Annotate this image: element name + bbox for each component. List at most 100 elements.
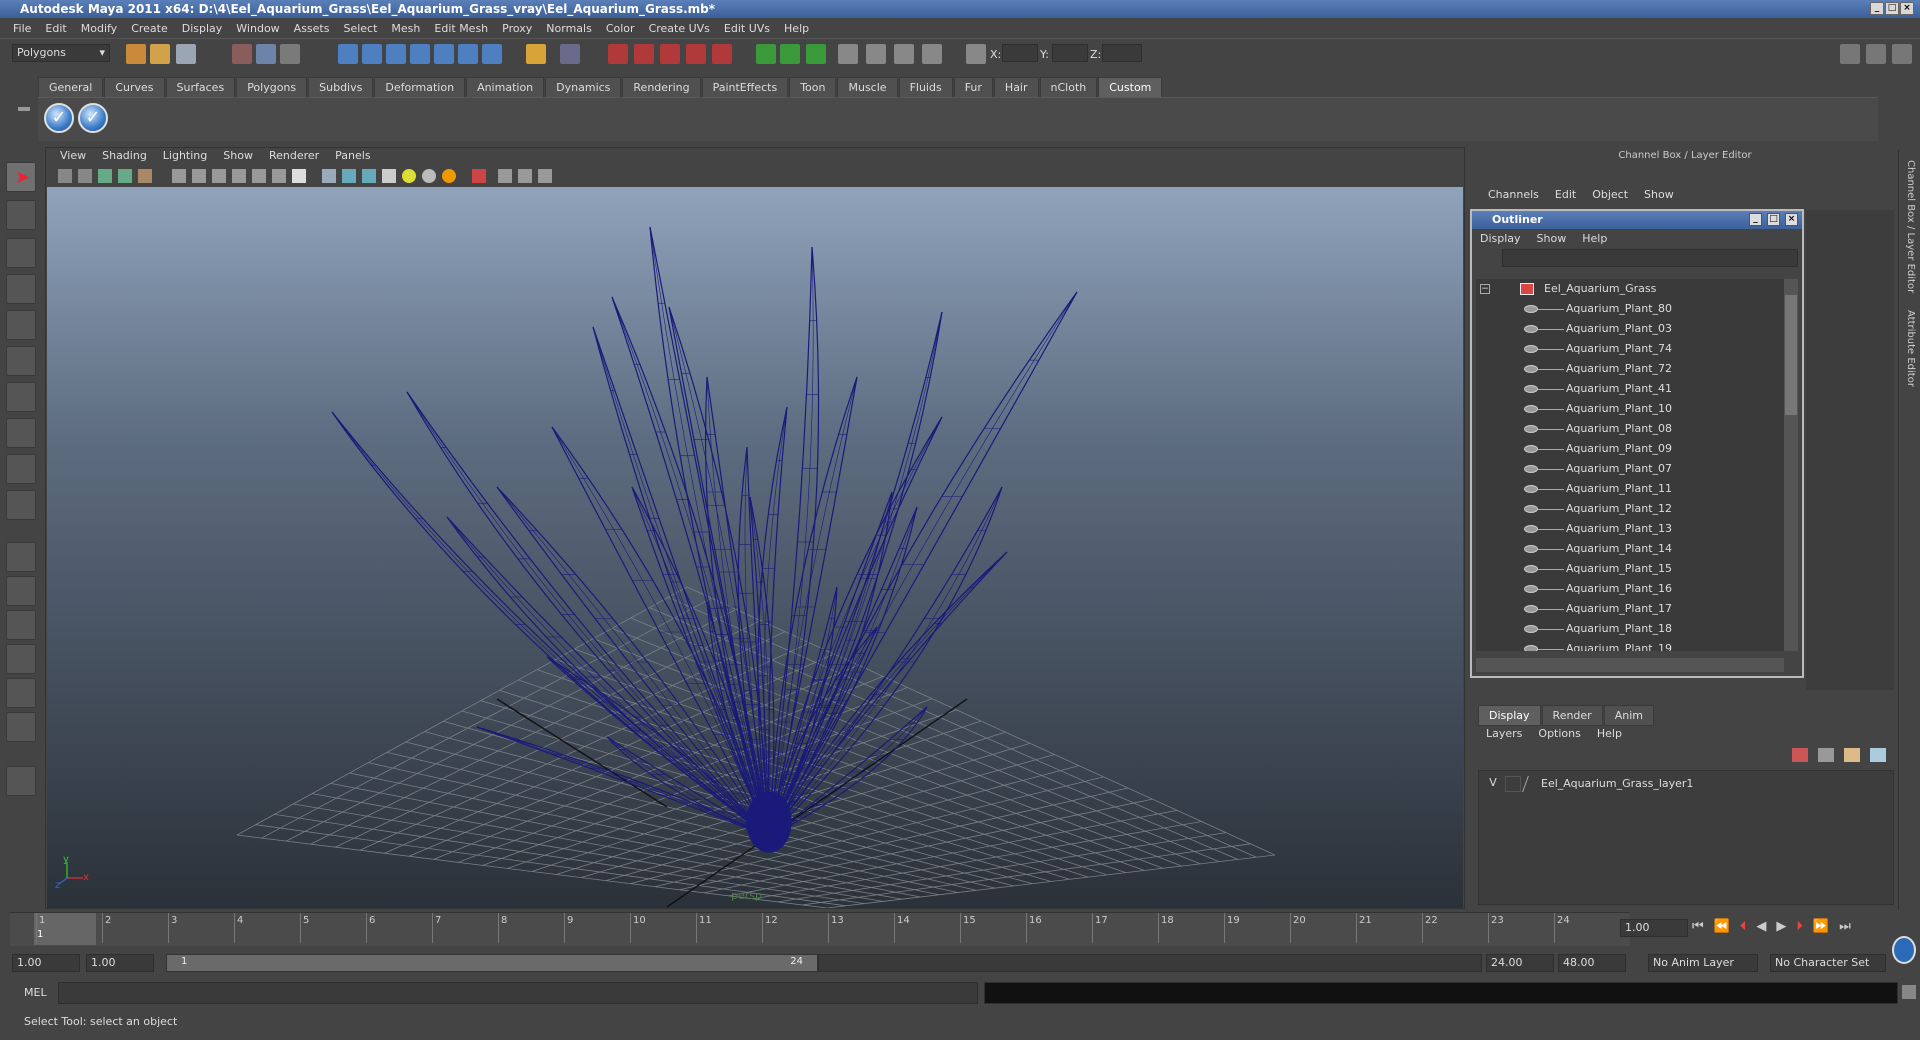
hypershade-persp-layout-icon[interactable]: [6, 678, 36, 708]
new-layer-selected-icon[interactable]: [1870, 748, 1886, 762]
y-field[interactable]: [1052, 44, 1088, 62]
menu-create[interactable]: Create: [124, 22, 175, 35]
outliner-minimize-button[interactable]: _: [1749, 213, 1762, 226]
viewport-menu-renderer[interactable]: Renderer: [261, 149, 327, 165]
quick-select-icon[interactable]: [806, 44, 826, 64]
camera-select-icon[interactable]: [58, 169, 72, 183]
select-component-icon[interactable]: [280, 44, 300, 64]
four-view-layout-icon[interactable]: [6, 576, 36, 606]
scroll-thumb[interactable]: [1785, 295, 1797, 415]
outliner-horizontal-scrollbar[interactable]: [1476, 658, 1784, 672]
use-all-lights-icon[interactable]: [402, 169, 416, 183]
time-slider[interactable]: 1 1 2 3 4 5 6 7 8 9 10 11 12 13 14 15 16 17 18 19 20 21 22 23 2…: [10, 912, 1630, 946]
show-manipulator-icon[interactable]: [6, 454, 36, 484]
viewport-menu-panels[interactable]: Panels: [327, 149, 378, 165]
channel-box-menu-show[interactable]: Show: [1636, 188, 1682, 201]
render-view-icon[interactable]: [712, 44, 732, 64]
persp-outliner-layout-icon[interactable]: [6, 610, 36, 640]
soft-modification-icon[interactable]: [6, 418, 36, 448]
shelf-tab-fluids[interactable]: Fluids: [898, 77, 953, 97]
construction-history-icon[interactable]: [482, 44, 502, 64]
layer-menu-options[interactable]: Options: [1530, 727, 1588, 740]
perspective-viewport[interactable]: x y z persp: [47, 187, 1463, 908]
input-output-icon[interactable]: [560, 44, 580, 64]
outliner-item[interactable]: Aquarium_Plant_16: [1476, 579, 1784, 599]
step-forward-frame-icon[interactable]: ⏩: [1813, 919, 1829, 939]
shelf-tab-deformation[interactable]: Deformation: [374, 77, 466, 97]
step-back-key-icon[interactable]: ⏴: [1740, 919, 1747, 939]
render-settings-icon[interactable]: [660, 44, 680, 64]
select-tool-icon[interactable]: ➤: [6, 162, 36, 192]
side-tab-attribute-editor[interactable]: Attribute Editor: [1902, 310, 1916, 387]
move-icon[interactable]: [966, 44, 986, 64]
select-by-type-icon[interactable]: [756, 44, 776, 64]
hypershade-icon[interactable]: [686, 44, 706, 64]
move-layer-down-icon[interactable]: [1818, 748, 1834, 762]
outliner-menu-display[interactable]: Display: [1472, 232, 1529, 245]
channel-box-menu-edit[interactable]: Edit: [1547, 188, 1584, 201]
select-object-icon[interactable]: [256, 44, 276, 64]
snap-point-icon[interactable]: [386, 44, 406, 64]
lock-icon[interactable]: [526, 44, 546, 64]
eel-aquarium-grass-wireframe[interactable]: [331, 226, 1078, 853]
xray-icon[interactable]: [498, 169, 512, 183]
film-gate-icon[interactable]: [192, 169, 206, 183]
character-set-dropdown[interactable]: No Character Set: [1770, 954, 1886, 972]
shelf-tab-fur[interactable]: Fur: [953, 77, 993, 97]
move-tool-icon[interactable]: [6, 274, 36, 304]
paint-select-tool-icon[interactable]: [6, 238, 36, 268]
layer-menu-layers[interactable]: Layers: [1478, 727, 1530, 740]
bookmarks-icon[interactable]: [98, 169, 112, 183]
outliner-item[interactable]: Aquarium_Plant_74: [1476, 339, 1784, 359]
viewport-menu-show[interactable]: Show: [215, 149, 261, 165]
outliner-item[interactable]: Aquarium_Plant_18: [1476, 619, 1784, 639]
rotate-tool-icon[interactable]: [6, 310, 36, 340]
outliner-close-button[interactable]: ×: [1785, 213, 1798, 226]
menu-color[interactable]: Color: [599, 22, 642, 35]
layer-visibility-toggle[interactable]: V: [1485, 776, 1501, 792]
layer-menu-help[interactable]: Help: [1589, 727, 1630, 740]
history-icon[interactable]: [458, 44, 478, 64]
outliner-vertical-scrollbar[interactable]: [1784, 279, 1798, 651]
menu-edit-uvs[interactable]: Edit UVs: [717, 22, 777, 35]
outliner-menu-help[interactable]: Help: [1574, 232, 1615, 245]
menu-edit[interactable]: Edit: [38, 22, 73, 35]
smooth-shade-icon[interactable]: [342, 169, 356, 183]
ipr-render-icon[interactable]: [634, 44, 654, 64]
layer-playback-toggle[interactable]: [1505, 776, 1521, 792]
shelf-tab-painteffects[interactable]: PaintEffects: [701, 77, 789, 97]
shelf-tab-ncloth[interactable]: nCloth: [1039, 77, 1098, 97]
command-input[interactable]: [58, 982, 978, 1004]
select-hierarchy-icon[interactable]: [232, 44, 252, 64]
shelf-tab-dynamics[interactable]: Dynamics: [545, 77, 622, 97]
menu-window[interactable]: Window: [229, 22, 286, 35]
rename-icon[interactable]: [922, 44, 942, 64]
outliner-item[interactable]: Aquarium_Plant_13: [1476, 519, 1784, 539]
animation-end-field[interactable]: 48.00: [1558, 954, 1626, 972]
outliner-item[interactable]: Aquarium_Plant_03: [1476, 319, 1784, 339]
shelf-tab-custom[interactable]: Custom: [1098, 77, 1163, 97]
backface-culling-icon[interactable]: [538, 169, 552, 183]
universal-manipulator-icon[interactable]: [6, 382, 36, 412]
field-chart-icon[interactable]: [252, 169, 266, 183]
shelf-tab-surfaces[interactable]: Surfaces: [165, 77, 236, 97]
shelf-tab-polygons[interactable]: Polygons: [236, 77, 308, 97]
shelf-menu-icon[interactable]: [18, 107, 30, 111]
safe-title-icon[interactable]: [292, 169, 306, 183]
channel-box-menu-channels[interactable]: Channels: [1480, 188, 1547, 201]
select-by-name-icon[interactable]: [780, 44, 800, 64]
viewport-menu-view[interactable]: View: [52, 149, 94, 165]
outliner-item[interactable]: Aquarium_Plant_80: [1476, 299, 1784, 319]
outliner-menu-show[interactable]: Show: [1529, 232, 1575, 245]
menu-create-uvs[interactable]: Create UVs: [642, 22, 717, 35]
command-language-label[interactable]: MEL: [24, 986, 47, 999]
absolute-transform-icon[interactable]: [866, 44, 886, 64]
x-field[interactable]: [1002, 44, 1038, 62]
wireframe-on-shaded-icon[interactable]: [362, 169, 376, 183]
camera-attributes-icon[interactable]: [78, 169, 92, 183]
outliner-item[interactable]: Aquarium_Plant_07: [1476, 459, 1784, 479]
viewport-menu-shading[interactable]: Shading: [94, 149, 155, 165]
shelf-tab-general[interactable]: General: [38, 77, 104, 97]
layer-color-swatch[interactable]: [1522, 776, 1542, 792]
custom-shelf-check-icon-2[interactable]: ✓: [78, 103, 108, 133]
